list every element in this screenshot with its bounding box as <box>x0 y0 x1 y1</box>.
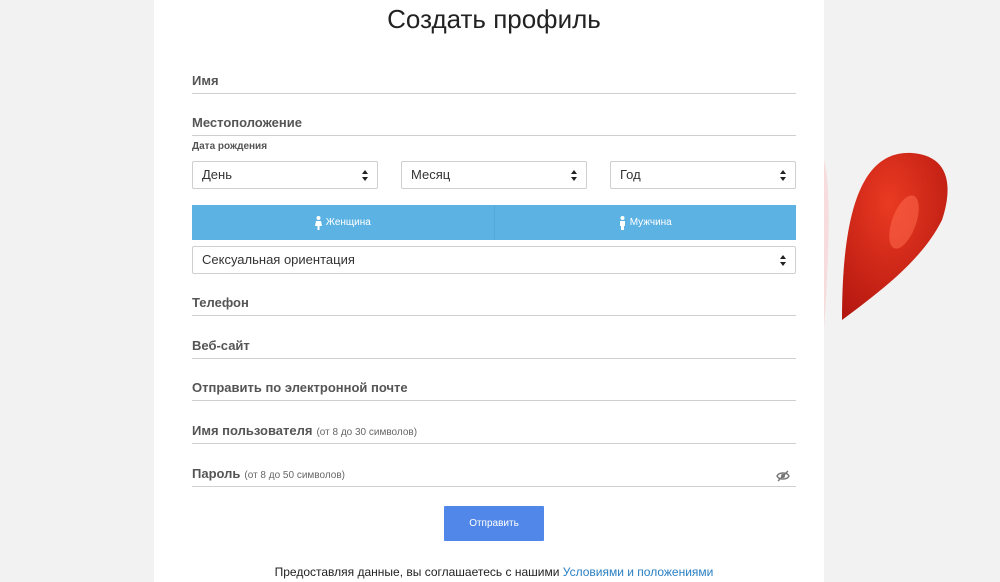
password-label: Пароль (от 8 до 50 символов) <box>192 466 345 481</box>
website-field[interactable]: Веб-сайт <box>192 338 796 359</box>
profile-form: Создать профиль Имя Местоположение Дата … <box>192 0 796 582</box>
female-person-icon <box>314 215 322 230</box>
sort-arrows-icon <box>780 170 786 181</box>
eye-off-icon[interactable] <box>776 470 790 482</box>
username-label: Имя пользователя (от 8 до 30 символов) <box>192 423 417 438</box>
page-title: Создать профиль <box>387 4 601 34</box>
month-select[interactable]: Месяц <box>401 161 587 189</box>
phone-field[interactable]: Телефон <box>192 295 796 316</box>
phone-label: Телефон <box>192 295 249 310</box>
location-field[interactable]: Местоположение <box>192 115 796 136</box>
name-field[interactable]: Имя <box>192 73 796 94</box>
gender-female-label: Женщина <box>325 217 371 228</box>
password-label-text: Пароль <box>192 466 241 481</box>
terms-link[interactable]: Условиями и положениями <box>563 565 714 579</box>
profile-card: Создать профиль Имя Местоположение Дата … <box>154 0 824 582</box>
gender-male-label: Мужчина <box>629 217 672 228</box>
gender-male-button[interactable]: Мужчина <box>495 205 797 240</box>
sort-arrows-icon <box>362 170 368 181</box>
gender-female-button[interactable]: Женщина <box>192 205 495 240</box>
gender-toggle: Женщина Мужчина <box>192 205 796 240</box>
name-label: Имя <box>192 73 219 88</box>
male-person-icon <box>619 215 625 230</box>
orientation-select[interactable]: Сексуальная ориентация <box>192 246 796 274</box>
sort-arrows-icon <box>571 170 577 181</box>
day-select-value: День <box>202 167 232 182</box>
email-field[interactable]: Отправить по электронной почте <box>192 380 796 401</box>
sort-arrows-icon <box>780 255 786 266</box>
terms-text: Предоставляя данные, вы соглашаетесь с н… <box>274 565 563 579</box>
email-label: Отправить по электронной почте <box>192 380 408 395</box>
day-select[interactable]: День <box>192 161 378 189</box>
terms-notice: Предоставляя данные, вы соглашаетесь с н… <box>192 565 796 579</box>
year-select-value: Год <box>620 167 641 182</box>
location-label: Местоположение <box>192 115 302 130</box>
website-label: Веб-сайт <box>192 338 250 353</box>
orientation-select-value: Сексуальная ориентация <box>202 252 355 267</box>
password-hint: (от 8 до 50 символов) <box>244 470 345 481</box>
username-label-text: Имя пользователя <box>192 423 313 438</box>
month-select-value: Месяц <box>411 167 451 182</box>
username-hint: (от 8 до 30 символов) <box>316 427 418 438</box>
username-field[interactable]: Имя пользователя (от 8 до 30 символов) <box>192 423 796 444</box>
year-select[interactable]: Год <box>610 161 796 189</box>
submit-button[interactable]: Отправить <box>444 506 544 541</box>
birthdate-label: Дата рождения <box>192 141 268 152</box>
heart-balloon-icon <box>822 150 962 340</box>
password-field[interactable]: Пароль (от 8 до 50 символов) <box>192 466 796 487</box>
